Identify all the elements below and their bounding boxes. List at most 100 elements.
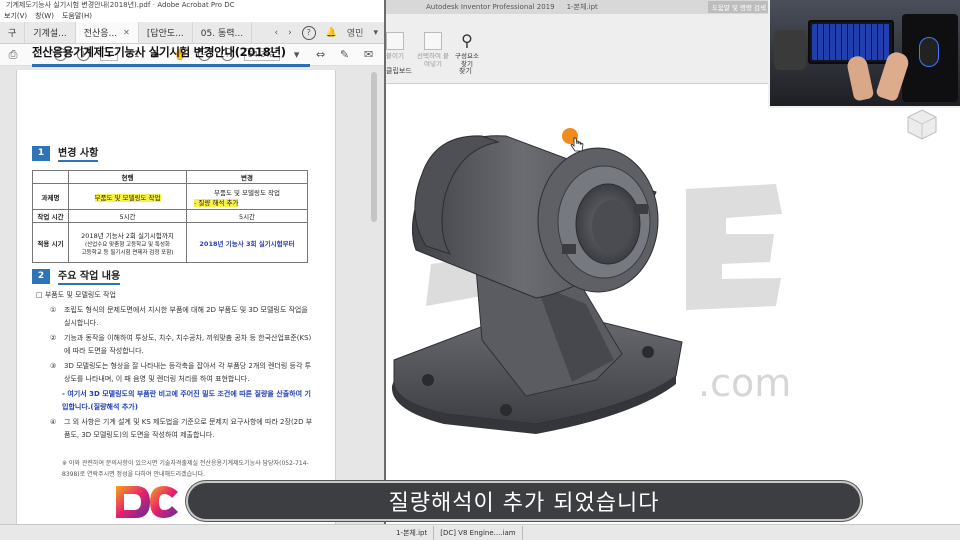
- item-text: 조립도 형식의 문제도면에서 지시한 부품에 대해 2D 부품도 및 3D 모델…: [64, 306, 308, 327]
- tab-3[interactable]: [답안도...: [139, 22, 193, 43]
- section-label: 변경 사항: [58, 144, 99, 162]
- row-head: 적용 시기: [32, 222, 69, 263]
- chevron-down-icon[interactable]: ▾: [373, 28, 378, 38]
- tab-label: 기계설...: [33, 29, 67, 39]
- table-header: [32, 170, 69, 184]
- highlighted-text: - 질량 해석 추가: [194, 198, 239, 207]
- document-title: 전산응용기계제도기능사 실기시험 변경안내(2018년): [32, 44, 310, 67]
- acrobat-window: 기계제도기능사 실기시험 변경안내(2018년).pdf - Adobe Acr…: [0, 0, 386, 540]
- acrobat-menu-bar: 보기(V) 창(W) 도움말(H): [0, 10, 384, 22]
- table-row: 과제명 부품도 및 모델링도 작업 부품도 및 모델링도 작업 - 질량 해석 …: [32, 183, 308, 210]
- item-number: ①: [50, 306, 57, 314]
- subtitle-bar: 질량해석이 추가 되었습니다: [186, 481, 862, 521]
- list-item: ① 조립도 형식의 문제도면에서 지시한 부품에 대해 2D 부품도 및 3D 모…: [50, 304, 316, 330]
- paste-icon: [386, 32, 404, 50]
- find-group-label: 찾기: [459, 67, 472, 75]
- table-cell: 부품도 및 모델링도 작업 - 질량 해석 추가: [186, 183, 308, 210]
- vertical-scrollbar[interactable]: [369, 70, 379, 530]
- tab-1[interactable]: 기계설...: [25, 22, 76, 43]
- tab-label: 05. 동력...: [200, 29, 244, 39]
- help-icon[interactable]: ?: [301, 25, 316, 40]
- tab-label: 전산응...: [83, 29, 118, 39]
- cell-text: 부품도 및 모델링도 작업: [214, 188, 280, 197]
- table-cell: 5시간: [186, 209, 308, 223]
- row-head: 작업 시간: [32, 209, 69, 223]
- item-number: ④: [50, 418, 57, 426]
- table-header: 현행: [68, 170, 187, 184]
- work-bullet: □ 부품도 및 모델링도 작업: [36, 291, 116, 299]
- tab-0[interactable]: 구: [0, 22, 26, 43]
- change-table: 현행 변경 과제명 부품도 및 모델링도 작업 부품도 및 모델링도 작업 - …: [32, 170, 308, 263]
- print-icon[interactable]: ⎙: [6, 48, 20, 62]
- section-heading-changes: 1 변경 사항: [32, 144, 99, 162]
- help-search-input[interactable]: 도움말 및 명령 검색: [707, 1, 770, 13]
- scroll-thumb[interactable]: [371, 72, 377, 222]
- acrobat-tab-bar: 구 기계설... 전산응... ✕ [답안도... 05. 동력... ‹ › ?…: [0, 22, 384, 44]
- table-row: 작업 시간 5시간 5시간: [32, 209, 308, 223]
- row-head: 과제명: [32, 183, 69, 210]
- subtitle-text: 질량해석이 추가 되었습니다: [388, 491, 660, 516]
- menu-view[interactable]: 보기(V): [4, 10, 27, 22]
- fit-page-icon[interactable]: ⇔: [314, 48, 328, 62]
- dc-logo: [116, 486, 178, 518]
- item-text: 기능과 동작을 이해하여 투상도, 치수, 치수공차, 끼워맞춤 공차 등 한국…: [64, 334, 312, 355]
- table-cell: 2018년 기능사 2회 실기시험까지 (산업수요 맞춤형 고등학교 및 특성화…: [68, 222, 187, 263]
- taskbar: 1-본체.ipt [DC] V8 Engine....iam: [0, 524, 960, 540]
- tab-nav: ‹ › ? 🔔 영민 ▾: [274, 22, 384, 43]
- binoculars-icon: ⚲: [461, 31, 473, 50]
- cell-line: (산업수요 맞춤형 고등학교 및 특성화: [84, 241, 171, 248]
- section-number: 2: [32, 268, 50, 284]
- table-cell: 5시간: [68, 209, 187, 223]
- webcam-keys: [812, 24, 890, 60]
- webcam-overlay: [768, 0, 960, 108]
- taskbar-item[interactable]: 1-본체.ipt: [390, 525, 435, 540]
- viewcube-icon[interactable]: [904, 106, 940, 142]
- cell-extra: - 질량 해석 추가: [190, 197, 304, 207]
- tab-label: 구: [8, 29, 17, 39]
- work-items: □ 부품도 및 모델링도 작업 ① 조립도 형식의 문제도면에서 지시한 부품에 …: [36, 289, 316, 444]
- cell-line: 2018년 기능사 2회 실기시험까지: [81, 231, 174, 240]
- menu-help[interactable]: 도움말(H): [62, 10, 92, 22]
- item-text: 3D 모델링도는 형상을 잘 나타내는 등각축을 잡아서 각 부품당 2개의 렌…: [64, 362, 312, 383]
- item-number: ②: [50, 334, 57, 342]
- list-item: ② 기능과 동작을 이해하여 투상도, 치수, 치수공차, 끼워맞춤 공차 등 한…: [50, 332, 316, 358]
- chevron-left-icon[interactable]: ‹: [274, 28, 278, 38]
- section-heading-work: 2 주요 작업 내용: [32, 267, 121, 285]
- cell-line: 고등학교 등 필기시험 면제자 검정 포함): [81, 249, 174, 256]
- table-cell: 2018년 기능사 3회 실기시험부터: [186, 222, 308, 263]
- ribbon-label: 붙이기: [386, 52, 404, 60]
- clipboard-group-label: 클립보드: [386, 67, 412, 75]
- table-header: 변경: [186, 170, 308, 184]
- acrobat-title-bar: 기계제도기능사 실기시험 변경안내(2018년).pdf - Adobe Acr…: [0, 0, 384, 10]
- tab-2-active[interactable]: 전산응... ✕: [75, 22, 139, 43]
- highlighted-text: 부품도 및 모델링도 작업: [94, 193, 161, 202]
- list-item: ④ 그 외 사항은 기계 설계 및 KS 제도법을 기준으로 문제지 요구사항에 …: [50, 416, 316, 442]
- close-icon[interactable]: ✕: [123, 28, 130, 37]
- inventor-file-name: 1-본체.ipt: [566, 3, 598, 11]
- table-header-row: 현행 변경: [32, 170, 308, 184]
- paste-special-button[interactable]: 선택하여 붙여넣기: [416, 32, 450, 68]
- taskbar-item[interactable]: [DC] V8 Engine....iam: [434, 525, 523, 540]
- bell-icon[interactable]: 🔔: [326, 28, 337, 38]
- webcam-mouse: [920, 38, 938, 66]
- list-item: ③ 3D 모델링도는 형상을 잘 나타내는 등각축을 잡아서 각 부품당 2개의 …: [50, 360, 316, 386]
- user-name[interactable]: 영민: [347, 26, 364, 39]
- comment-icon[interactable]: ✉: [362, 48, 376, 62]
- find-component-button[interactable]: ⚲ 구성요소 찾기: [452, 31, 482, 69]
- section-label: 주요 작업 내용: [58, 267, 121, 285]
- fill-sign-icon[interactable]: ✎: [338, 48, 352, 62]
- tab-4[interactable]: 05. 동력...: [193, 22, 253, 43]
- item-number: ③: [50, 362, 57, 370]
- inventor-title: Autodesk Inventor Professional 2019: [426, 3, 555, 11]
- model-viewport[interactable]: .com: [386, 84, 960, 524]
- chevron-right-icon[interactable]: ›: [288, 28, 292, 38]
- paste-special-icon: [424, 32, 442, 50]
- mass-analysis-note: - 여기서 3D 모델링도의 부품란 비고에 주어진 밀도 조건에 따른 질량을…: [62, 390, 311, 411]
- webcam-3d-mouse: [774, 30, 806, 70]
- screen: 기계제도기능사 실기시험 변경안내(2018년).pdf - Adobe Acr…: [0, 0, 960, 540]
- paste-button[interactable]: 붙이기: [386, 32, 404, 60]
- contact-note: ※ 이와 관련하여 문의사항이 있으시면 기술자격출제실 전산응용기계제도기능사…: [62, 460, 309, 478]
- table-cell: 부품도 및 모델링도 작업: [68, 183, 187, 210]
- menu-window[interactable]: 창(W): [35, 10, 54, 22]
- ribbon-label: 선택하여 붙여넣기: [417, 52, 449, 68]
